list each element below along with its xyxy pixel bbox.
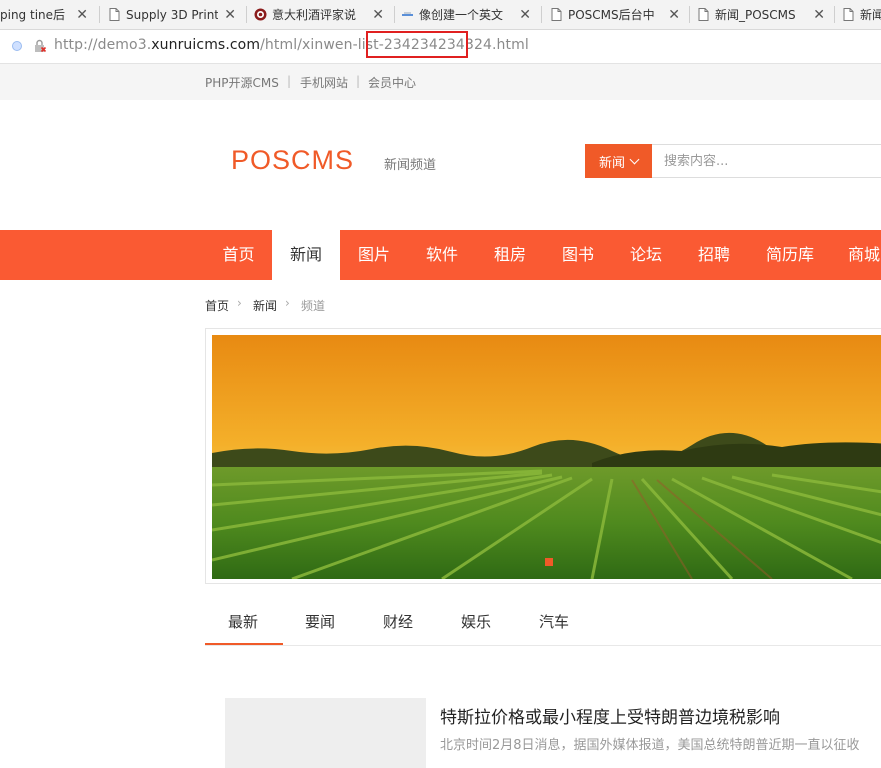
red-badge-icon — [254, 8, 267, 21]
nav-item-jobs[interactable]: 招聘 — [680, 230, 748, 280]
nav-item-rental[interactable]: 租房 — [476, 230, 544, 280]
browser-tab-5[interactable]: POSCMS后台中 ✕ — [550, 0, 688, 29]
nav-item-news[interactable]: 新闻 — [272, 227, 340, 280]
browser-tab-4[interactable]: 像创建一个英文 ✕ — [401, 0, 539, 29]
tab-title: 像创建一个英文 — [419, 8, 504, 22]
close-icon[interactable]: ✕ — [813, 7, 825, 23]
site-logo[interactable]: POSCMS — [231, 145, 354, 176]
tab-title: 新闻_POSCMS — [715, 8, 796, 22]
tab-entertainment[interactable]: 娱乐 — [461, 611, 491, 632]
url-host: xunruicms.com — [151, 37, 261, 53]
search-category-select[interactable]: 新闻 — [585, 144, 652, 178]
nav-item-forum[interactable]: 论坛 — [612, 230, 680, 280]
nav-item-books[interactable]: 图书 — [544, 230, 612, 280]
nav-item-resumes[interactable]: 简历库 — [756, 230, 824, 280]
channel-name: 新闻频道 — [384, 158, 437, 173]
close-icon[interactable]: ✕ — [224, 7, 236, 23]
close-icon[interactable]: ✕ — [519, 7, 531, 23]
toplink-mobile-site[interactable]: 手机网站 — [300, 74, 348, 91]
breadcrumb-home[interactable]: 首页 — [205, 297, 229, 314]
nav-item-software[interactable]: 软件 — [408, 230, 476, 280]
browser-tab-7[interactable]: 新闻 — [842, 0, 881, 29]
search-category-label: 新闻 — [598, 155, 625, 171]
tab-title: ping tine后 — [0, 8, 66, 22]
browser-tab-2[interactable]: Supply 3D Print ✕ — [108, 0, 244, 29]
tab-auto[interactable]: 汽车 — [539, 611, 569, 632]
chevron-right-icon: › — [237, 296, 242, 310]
document-icon — [109, 8, 120, 21]
active-tab-underline — [205, 643, 283, 645]
url-prefix: http://demo3. — [54, 37, 152, 53]
close-icon[interactable]: ✕ — [668, 7, 680, 23]
browser-tab-1[interactable]: ping tine后 ✕ — [0, 0, 96, 29]
tab-title: 新闻 — [860, 8, 881, 22]
nav-item-mall[interactable]: 商城 — [848, 230, 881, 280]
article-title[interactable]: 特斯拉价格或最小程度上受特朗普边境税影响 — [440, 703, 780, 728]
article-summary: 北京时间2月8日消息，据国外媒体报道，美国总统特朗普近期一直以征收 — [440, 738, 860, 753]
close-icon[interactable]: ✕ — [372, 7, 384, 23]
document-icon — [698, 8, 709, 21]
document-icon — [843, 8, 854, 21]
url-extension: .html — [491, 37, 529, 53]
banner-image — [212, 335, 881, 579]
content-tabs: 最新 要闻 财经 娱乐 汽车 — [205, 600, 881, 646]
nav-item-images[interactable]: 图片 — [340, 230, 408, 280]
chevron-down-icon — [629, 154, 640, 164]
close-icon[interactable]: ✕ — [76, 7, 88, 23]
breadcrumb-current: 频道 — [301, 299, 326, 313]
tab-title: Supply 3D Print — [126, 7, 218, 22]
toplink-php-cms[interactable]: PHP开源CMS — [205, 74, 279, 91]
nav-item-home[interactable]: 首页 — [205, 230, 272, 280]
banner-slider[interactable] — [205, 328, 881, 584]
search-input[interactable] — [652, 144, 881, 178]
link-icon — [402, 12, 413, 16]
top-links-bar: PHP开源CMS | 手机网站 | 会员中心 — [0, 64, 881, 100]
tab-headlines[interactable]: 要闻 — [305, 611, 335, 632]
breadcrumb-news[interactable]: 新闻 — [253, 297, 277, 314]
page-status-icon — [12, 41, 22, 51]
highlight-annotation-box — [366, 31, 468, 58]
toplink-member-center[interactable]: 会员中心 — [368, 74, 416, 91]
slider-dot-active[interactable] — [545, 558, 553, 566]
chevron-right-icon: › — [285, 296, 290, 310]
article-thumbnail[interactable] — [225, 698, 426, 768]
tab-latest[interactable]: 最新 — [228, 611, 258, 632]
main-nav: 首页 新闻 图片 软件 租房 图书 论坛 招聘 简历库 商城 — [0, 227, 881, 280]
tab-title: POSCMS后台中 — [568, 8, 655, 22]
document-icon — [551, 8, 562, 21]
browser-tab-3[interactable]: 意大利酒评家说 ✕ — [254, 0, 392, 29]
tab-title: 意大利酒评家说 — [272, 8, 357, 22]
tab-finance[interactable]: 财经 — [383, 611, 413, 632]
browser-tab-6[interactable]: 新闻_POSCMS ✕ — [697, 0, 833, 29]
insecure-lock-icon[interactable] — [33, 39, 47, 53]
browser-tab-strip: ping tine后 ✕ Supply 3D Print ✕ 意大利酒评家说 ✕… — [0, 0, 881, 30]
